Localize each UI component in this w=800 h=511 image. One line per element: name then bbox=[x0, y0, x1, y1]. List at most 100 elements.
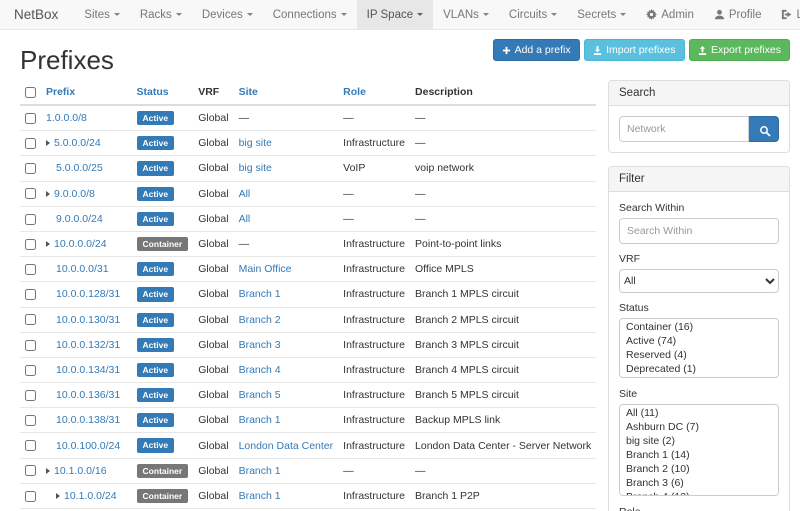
row-select-cell bbox=[20, 156, 41, 181]
row-checkbox[interactable] bbox=[25, 415, 36, 426]
column-header-link[interactable]: Status bbox=[137, 86, 169, 98]
prefix-cell: 10.0.0.0/24 bbox=[41, 231, 132, 256]
add-prefix-button[interactable]: Add a prefix bbox=[493, 39, 580, 61]
search-input[interactable] bbox=[619, 116, 749, 142]
prefix-link[interactable]: 10.0.0.132/31 bbox=[56, 339, 120, 351]
log-out-link[interactable]: Log out bbox=[771, 0, 800, 29]
row-checkbox[interactable] bbox=[25, 390, 36, 401]
site-link[interactable]: Branch 3 bbox=[239, 339, 281, 351]
site-link[interactable]: Branch 2 bbox=[239, 314, 281, 326]
site-link[interactable]: Main Office bbox=[239, 263, 292, 275]
row-checkbox[interactable] bbox=[25, 440, 36, 451]
site-link[interactable]: Branch 4 bbox=[239, 364, 281, 376]
row-checkbox[interactable] bbox=[25, 113, 36, 124]
option[interactable]: Deprecated (1) bbox=[620, 362, 778, 376]
main-column: PrefixStatusVRFSiteRoleDescription 1.0.0… bbox=[20, 80, 590, 511]
vrf-select[interactable]: All bbox=[619, 269, 779, 293]
search-button[interactable] bbox=[749, 116, 779, 142]
nav-item-sites[interactable]: Sites bbox=[74, 0, 130, 29]
row-checkbox[interactable] bbox=[25, 289, 36, 300]
prefix-link[interactable]: 10.0.0.128/31 bbox=[56, 288, 120, 300]
prefix-link[interactable]: 9.0.0.0/24 bbox=[56, 213, 103, 225]
status-cell: Container bbox=[132, 483, 194, 508]
option[interactable]: Branch 4 (12) bbox=[620, 490, 778, 496]
column-header-link[interactable]: Role bbox=[343, 86, 366, 98]
nav-item-connections[interactable]: Connections bbox=[263, 0, 357, 29]
row-checkbox[interactable] bbox=[25, 314, 36, 325]
search-within-input[interactable] bbox=[619, 218, 779, 244]
row-checkbox[interactable] bbox=[25, 465, 36, 476]
nav-item-label: Circuits bbox=[509, 9, 547, 21]
nav-item-label: Devices bbox=[202, 9, 243, 21]
description-cell: Point-to-point links bbox=[410, 231, 596, 256]
table-row: 10.0.0.0/24ContainerGlobal—Infrastructur… bbox=[20, 231, 596, 256]
prefix-link[interactable]: 10.0.0.134/31 bbox=[56, 364, 120, 376]
site-cell: big site bbox=[234, 131, 339, 156]
row-checkbox[interactable] bbox=[25, 340, 36, 351]
vrf-cell: Global bbox=[193, 408, 233, 433]
option[interactable]: Branch 3 (6) bbox=[620, 476, 778, 490]
site-link[interactable]: All bbox=[239, 213, 251, 225]
option[interactable]: Active (74) bbox=[620, 334, 778, 348]
site-link[interactable]: Branch 1 bbox=[239, 465, 281, 477]
site-link[interactable]: London Data Center bbox=[239, 440, 334, 452]
nav-item-vlans[interactable]: VLANs bbox=[433, 0, 499, 29]
import-prefixes-button[interactable]: Import prefixes bbox=[584, 39, 684, 61]
status-filter-select[interactable]: Container (16)Active (74)Reserved (4)Dep… bbox=[619, 318, 779, 378]
row-checkbox[interactable] bbox=[25, 491, 36, 502]
option[interactable]: Container (16) bbox=[620, 320, 778, 334]
nav-item-devices[interactable]: Devices bbox=[192, 0, 263, 29]
vrf-cell: Global bbox=[193, 105, 233, 131]
prefix-link[interactable]: 10.0.0.138/31 bbox=[56, 414, 120, 426]
site-link[interactable]: Branch 1 bbox=[239, 288, 281, 300]
nav-item-secrets[interactable]: Secrets bbox=[567, 0, 636, 29]
column-header-link[interactable]: Prefix bbox=[46, 86, 75, 98]
row-select-cell bbox=[20, 383, 41, 408]
site-filter-select[interactable]: All (11)Ashburn DC (7)big site (2)Branch… bbox=[619, 404, 779, 496]
row-checkbox[interactable] bbox=[25, 163, 36, 174]
admin-link[interactable]: Admin bbox=[636, 0, 704, 29]
status-badge: Active bbox=[137, 287, 175, 301]
site-cell: Branch 3 bbox=[234, 332, 339, 357]
site-link[interactable]: Branch 5 bbox=[239, 389, 281, 401]
row-checkbox[interactable] bbox=[25, 239, 36, 250]
row-checkbox[interactable] bbox=[25, 188, 36, 199]
row-checkbox[interactable] bbox=[25, 138, 36, 149]
nav-item-racks[interactable]: Racks bbox=[130, 0, 192, 29]
prefix-link[interactable]: 10.0.0.0/31 bbox=[56, 263, 109, 275]
prefix-link[interactable]: 9.0.0.0/8 bbox=[54, 188, 95, 200]
select-all-checkbox[interactable] bbox=[25, 87, 36, 98]
row-checkbox[interactable] bbox=[25, 264, 36, 275]
export-prefixes-button[interactable]: Export prefixes bbox=[689, 39, 790, 61]
profile-link[interactable]: Profile bbox=[704, 0, 772, 29]
prefix-link[interactable]: 5.0.0.0/25 bbox=[56, 162, 103, 174]
brand[interactable]: NetBox bbox=[14, 0, 58, 29]
row-checkbox[interactable] bbox=[25, 365, 36, 376]
nav-item-ip-space[interactable]: IP Space bbox=[357, 0, 433, 29]
option[interactable]: Reserved (4) bbox=[620, 348, 778, 362]
site-link[interactable]: Branch 1 bbox=[239, 490, 281, 502]
prefix-link[interactable]: 10.1.0.0/16 bbox=[54, 465, 107, 477]
indent-spacer bbox=[46, 372, 56, 373]
option[interactable]: Branch 1 (14) bbox=[620, 448, 778, 462]
option[interactable]: Branch 2 (10) bbox=[620, 462, 778, 476]
site-link[interactable]: big site bbox=[239, 162, 272, 174]
prefix-link[interactable]: 10.0.0.0/24 bbox=[54, 238, 107, 250]
prefix-link[interactable]: 1.0.0.0/8 bbox=[46, 112, 87, 124]
prefix-link[interactable]: 10.0.0.136/31 bbox=[56, 389, 120, 401]
option[interactable]: Ashburn DC (7) bbox=[620, 420, 778, 434]
prefix-link[interactable]: 10.1.0.0/24 bbox=[64, 490, 117, 502]
site-cell: Main Office bbox=[234, 257, 339, 282]
row-checkbox[interactable] bbox=[25, 214, 36, 225]
option[interactable]: All (11) bbox=[620, 406, 778, 420]
option[interactable]: big site (2) bbox=[620, 434, 778, 448]
site-link[interactable]: big site bbox=[239, 137, 272, 149]
site-link[interactable]: Branch 1 bbox=[239, 414, 281, 426]
nav-item-circuits[interactable]: Circuits bbox=[499, 0, 567, 29]
status-badge: Container bbox=[137, 464, 189, 478]
prefix-link[interactable]: 10.0.0.130/31 bbox=[56, 314, 120, 326]
column-header-link[interactable]: Site bbox=[239, 86, 258, 98]
prefix-link[interactable]: 10.0.100.0/24 bbox=[56, 440, 120, 452]
site-link[interactable]: All bbox=[239, 188, 251, 200]
prefix-link[interactable]: 5.0.0.0/24 bbox=[54, 137, 101, 149]
